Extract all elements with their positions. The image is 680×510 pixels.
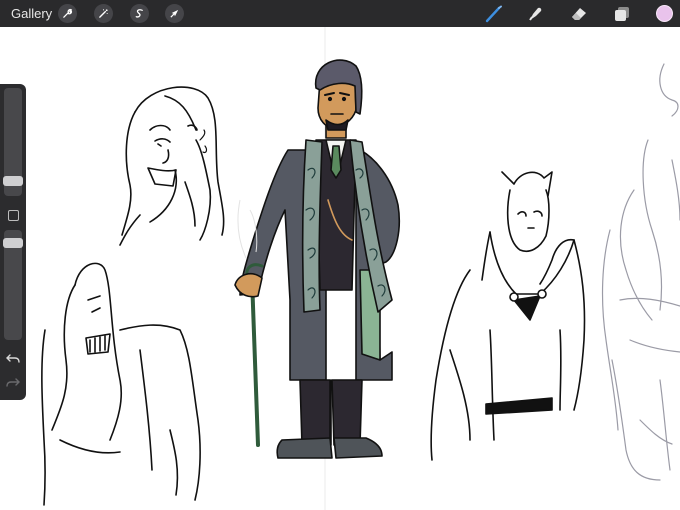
opacity-slider[interactable] xyxy=(3,230,23,340)
left-sidebar xyxy=(0,84,26,400)
smudge-icon[interactable] xyxy=(526,4,546,24)
eraser-icon[interactable] xyxy=(569,4,589,24)
modify-button[interactable] xyxy=(8,210,19,221)
brush-icon[interactable] xyxy=(484,4,504,24)
redo-icon[interactable] xyxy=(6,376,20,388)
layers-icon[interactable] xyxy=(612,4,632,24)
transform-arrow-icon[interactable] xyxy=(165,4,184,23)
color-picker-swatch[interactable] xyxy=(656,5,673,22)
drawing-canvas[interactable] xyxy=(0,27,680,510)
gallery-button[interactable]: Gallery xyxy=(11,6,52,21)
brush-size-knob[interactable] xyxy=(3,176,23,186)
sketch-caped-man xyxy=(430,171,586,461)
colored-character-cane-man xyxy=(234,59,401,459)
brush-size-slider[interactable] xyxy=(3,88,23,196)
magic-wand-icon[interactable] xyxy=(94,4,113,23)
undo-icon[interactable] xyxy=(6,352,20,364)
top-toolbar: Gallery xyxy=(0,0,680,27)
artwork xyxy=(41,27,680,510)
sketch-long-hair-head xyxy=(119,86,225,246)
wrench-icon[interactable] xyxy=(58,4,77,23)
sketch-faint-figure xyxy=(601,63,680,481)
sketch-angry-long-hair xyxy=(41,262,201,506)
selection-icon[interactable] xyxy=(130,4,149,23)
opacity-knob[interactable] xyxy=(3,238,23,248)
